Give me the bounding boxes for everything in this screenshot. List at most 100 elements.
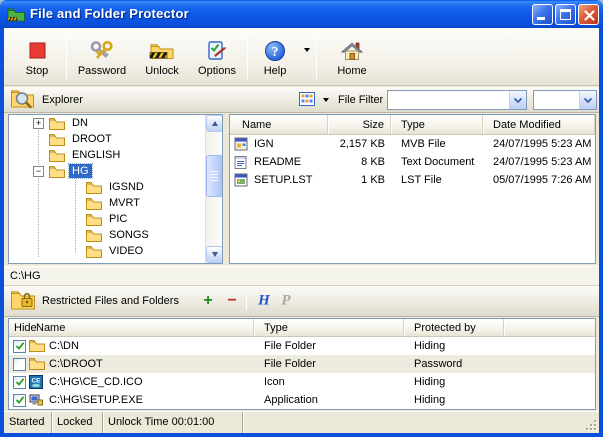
unlock-button[interactable]: Unlock <box>135 31 189 83</box>
help-label: Help <box>264 65 287 77</box>
svg-text:?: ? <box>272 45 279 60</box>
lst-file-icon <box>234 173 249 187</box>
status-locked: Locked <box>52 412 103 433</box>
column-header-name[interactable]: Name <box>36 322 65 334</box>
restricted-path: C:\DN <box>49 340 79 352</box>
close-button[interactable] <box>578 4 599 25</box>
options-label: Options <box>198 65 236 77</box>
add-restriction-button[interactable]: + <box>200 292 216 310</box>
scrollbar-thumb[interactable] <box>206 155 223 197</box>
file-list-header: Name Size Type Date Modified <box>230 115 595 135</box>
extension-filter-combo[interactable] <box>533 90 597 110</box>
file-row[interactable]: README 8 KB Text Document 24/07/1995 5:2… <box>230 153 595 171</box>
tree-item-hg[interactable]: − HG <box>9 163 222 179</box>
tree-item-droot[interactable]: DROOT <box>9 131 222 147</box>
restricted-row[interactable]: CE C:\HG\CE_CD.ICO Icon Hiding <box>9 373 595 391</box>
restricted-type: File Folder <box>254 340 404 352</box>
tree-item-mvrt[interactable]: MVRT <box>9 195 222 211</box>
folder-icon <box>49 149 65 162</box>
view-grid-icon[interactable] <box>298 91 316 107</box>
tree-item-english[interactable]: ENGLISH <box>9 147 222 163</box>
tree-item-dn[interactable]: + DN <box>9 115 222 131</box>
column-header-modified[interactable]: Date Modified <box>483 115 595 134</box>
current-path: C:\HG <box>10 270 41 282</box>
file-row[interactable]: SETUP.LST 1 KB LST File 05/07/1995 7:26 … <box>230 171 595 189</box>
tree-item-igsnd[interactable]: IGSND <box>9 179 222 195</box>
svg-text:CE: CE <box>31 378 41 385</box>
tree-indent <box>70 230 81 241</box>
stop-label: Stop <box>26 65 49 77</box>
tree-item-label: DROOT <box>69 132 115 146</box>
tree-item-pic[interactable]: PIC <box>9 211 222 227</box>
titlebar: File and Folder Protector <box>0 0 603 28</box>
status-started: Started <box>4 412 52 433</box>
file-row[interactable]: IGN 2,157 KB MVB File 24/07/1995 5:23 AM <box>230 135 595 153</box>
explorer-label: Explorer <box>42 94 83 106</box>
hide-checkbox[interactable] <box>13 394 26 407</box>
file-filter-combo[interactable] <box>387 90 527 110</box>
client-area: Stop Password <box>4 28 599 433</box>
restricted-protected-by: Password <box>404 358 504 370</box>
tree-item-label: DN <box>69 116 91 130</box>
collapse-icon[interactable]: − <box>33 166 44 177</box>
resize-grip-icon[interactable] <box>585 419 598 432</box>
password-protection-button[interactable]: P <box>278 293 294 310</box>
options-button[interactable]: Options <box>189 31 245 83</box>
restricted-table-header: Hide Name Type Protected by <box>9 319 595 337</box>
help-icon: ? <box>263 37 287 63</box>
maximize-button[interactable] <box>555 4 576 25</box>
remove-restriction-button[interactable]: − <box>224 292 240 310</box>
column-header-type[interactable]: Type <box>254 319 404 336</box>
restricted-row[interactable]: C:\DROOT File Folder Password <box>9 355 595 373</box>
tree-indent <box>70 182 81 193</box>
file-modified: 24/07/1995 5:23 AM <box>483 156 595 168</box>
file-size: 2,157 KB <box>328 138 391 150</box>
hide-checkbox[interactable] <box>13 358 26 371</box>
column-header-hide[interactable]: Hide <box>9 322 36 334</box>
column-header-protected-by[interactable]: Protected by <box>404 319 504 336</box>
column-header-name[interactable]: Name <box>230 115 328 134</box>
column-header-type[interactable]: Type <box>391 115 483 134</box>
column-header-blank <box>504 319 595 336</box>
tree-item-songs[interactable]: SONGS <box>9 227 222 243</box>
unlock-label: Unlock <box>145 65 179 77</box>
home-icon <box>340 37 364 63</box>
text-file-icon <box>234 155 249 169</box>
password-button[interactable]: Password <box>69 31 135 83</box>
maximize-icon <box>560 9 571 20</box>
combo-dropdown-icon[interactable] <box>509 91 526 109</box>
tree-item-video[interactable]: VIDEO <box>9 243 222 259</box>
folder-lock-icon <box>10 288 36 315</box>
restricted-path: C:\DROOT <box>49 358 103 370</box>
scroll-down-icon[interactable] <box>206 246 223 263</box>
restricted-row[interactable]: C:\DN File Folder Hiding <box>9 337 595 355</box>
home-button[interactable]: Home <box>325 31 379 83</box>
hide-checkbox[interactable] <box>13 340 26 353</box>
column-header-size[interactable]: Size <box>328 115 391 134</box>
tree-item-label: VIDEO <box>106 244 146 258</box>
tree-item-label: SONGS <box>106 228 152 242</box>
scroll-up-icon[interactable] <box>206 115 223 132</box>
folder-icon <box>49 133 65 146</box>
path-bar: C:\HG <box>4 266 599 286</box>
minimize-button[interactable] <box>532 4 553 25</box>
tree-item-label: ENGLISH <box>69 148 123 162</box>
tree-indent <box>70 214 81 225</box>
view-dropdown-arrow[interactable] <box>323 98 329 102</box>
file-filter-value <box>391 94 506 108</box>
tree-scrollbar[interactable] <box>205 115 222 263</box>
combo-dropdown-icon[interactable] <box>579 91 596 109</box>
status-bar: Started Locked Unlock Time 00:01:00 <box>4 411 599 433</box>
tree-indent <box>70 198 81 209</box>
restricted-row[interactable]: C:\HG\SETUP.EXE Application Hiding <box>9 391 595 409</box>
options-icon <box>205 37 229 63</box>
help-dropdown-arrow[interactable] <box>304 48 310 52</box>
hide-protection-button[interactable]: H <box>256 293 272 310</box>
folder-icon <box>29 339 45 353</box>
hide-checkbox[interactable] <box>13 376 26 389</box>
band-separator <box>246 293 247 310</box>
expand-icon[interactable]: + <box>33 118 44 129</box>
help-button[interactable]: ? Help <box>250 31 300 83</box>
stop-button[interactable]: Stop <box>10 31 64 83</box>
restricted-path: C:\HG\SETUP.EXE <box>49 394 143 406</box>
